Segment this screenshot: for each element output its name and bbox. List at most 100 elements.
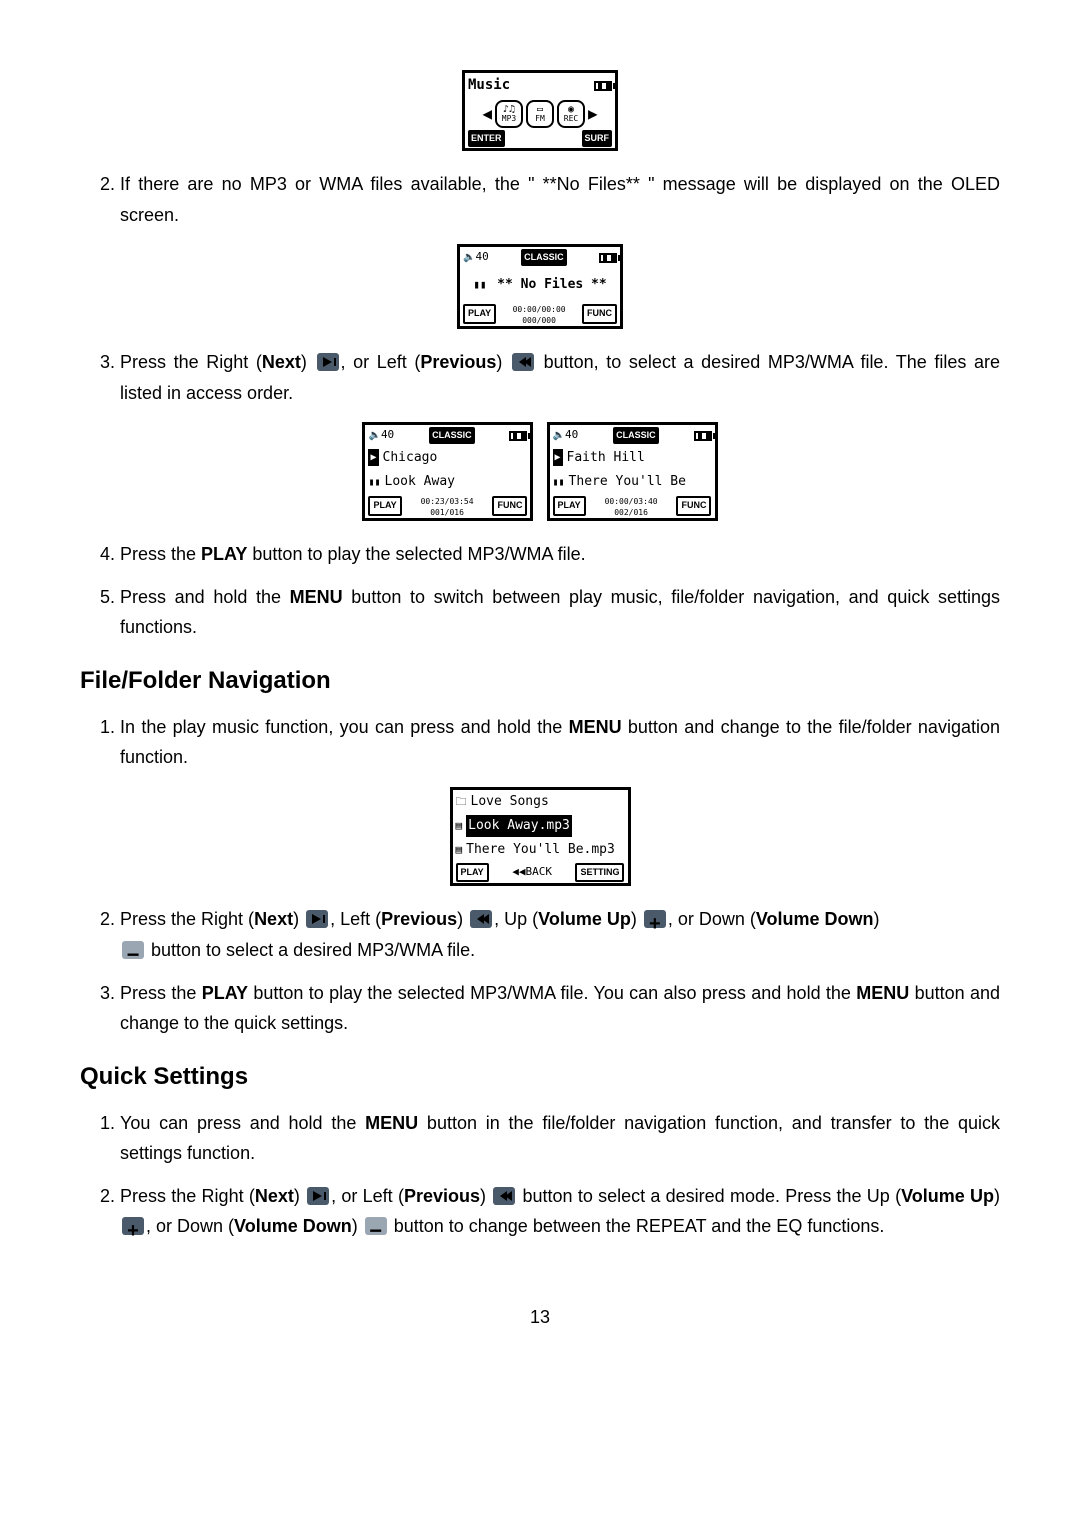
file-icon: ▤ <box>456 841 463 860</box>
body-text: ) <box>631 909 642 929</box>
track-line: Look Away <box>385 471 455 493</box>
music-title: Music <box>468 74 510 98</box>
speaker-icon <box>553 428 565 441</box>
previous-icon <box>470 910 492 928</box>
surf-badge: SURF <box>582 130 613 147</box>
speaker-icon <box>463 250 475 263</box>
file-line: There You'll Be.mp3 <box>466 839 615 861</box>
body-text: You can press and hold the <box>120 1113 365 1133</box>
list-item: Press the PLAY button to play the select… <box>120 539 1000 570</box>
body-text: , Left ( <box>330 909 381 929</box>
previous-icon <box>512 353 534 371</box>
body-text: Press and hold the <box>120 587 290 607</box>
previous-label: Previous <box>381 909 457 929</box>
volume-level: 40 <box>475 250 488 263</box>
next-label: Next <box>254 909 293 929</box>
previous-label: Previous <box>404 1186 480 1206</box>
body-text: , or Left ( <box>341 352 421 372</box>
figure-music-menu: Music ◀ ♪♫MP3 ▭FM ◉REC ▶ ENTER SURF <box>80 70 1000 151</box>
page-number: 13 <box>80 1302 1000 1333</box>
next-label: Next <box>255 1186 294 1206</box>
body-text: , or Down ( <box>668 909 756 929</box>
body-text: button to change between the REPEAT and … <box>389 1216 885 1236</box>
body-text: ) <box>480 1186 491 1206</box>
section-heading-file-folder: File/Folder Navigation <box>80 661 1000 702</box>
battery-icon <box>509 431 527 441</box>
play-badge: PLAY <box>368 496 401 515</box>
play-badge: PLAY <box>456 863 489 882</box>
next-icon <box>317 353 339 371</box>
body-text: Press the <box>120 544 201 564</box>
section-heading-quick-settings: Quick Settings <box>80 1057 1000 1098</box>
func-badge: FUNC <box>492 496 527 515</box>
next-icon <box>307 1187 329 1205</box>
artist-line: Chicago <box>383 447 438 469</box>
arrow-left-icon: ◀ <box>482 100 492 127</box>
eq-badge: CLASSIC <box>613 427 659 444</box>
figure-folder-nav: 🗀Love Songs ▤Look Away.mp3 ▤There You'll… <box>80 787 1000 887</box>
track-line: There You'll Be <box>569 471 686 493</box>
volume-down-icon <box>122 941 144 959</box>
no-files-msg: ** No Files ** <box>497 274 607 296</box>
volume-up-icon <box>122 1217 144 1235</box>
list-item: If there are no MP3 or WMA files availab… <box>120 169 1000 230</box>
battery-icon <box>694 431 712 441</box>
body-text: Press the Right ( <box>120 909 254 929</box>
previous-label: Previous <box>420 352 496 372</box>
arrow-right-icon: ▶ <box>588 100 598 127</box>
body-text: button to select a desired MP3/WMA file. <box>146 940 475 960</box>
body-text: ) <box>457 909 468 929</box>
next-icon <box>306 910 328 928</box>
body-text: ) <box>301 352 315 372</box>
volume-down-label: Volume Down <box>756 909 874 929</box>
func-badge: FUNC <box>676 496 711 515</box>
volume-down-label: Volume Down <box>234 1216 352 1236</box>
menu-label: MENU <box>290 587 343 607</box>
rec-mode-icon: ◉REC <box>557 100 585 128</box>
list-item: Press the Right (Next) , Left (Previous)… <box>120 904 1000 965</box>
body-text: button to play the selected MP3/WMA file… <box>247 544 585 564</box>
folder-line: Love Songs <box>471 791 549 813</box>
volume-level: 40 <box>565 428 578 441</box>
battery-icon <box>594 81 612 91</box>
volume-up-icon <box>644 910 666 928</box>
setting-badge: SETTING <box>575 863 624 882</box>
time-display: 00:00/03:40 <box>605 497 658 506</box>
list-item: In the play music function, you can pres… <box>120 712 1000 773</box>
play-badge: PLAY <box>553 496 586 515</box>
play-label: PLAY <box>201 544 247 564</box>
list-item: Press the PLAY button to play the select… <box>120 978 1000 1039</box>
track-count: 001/016 <box>430 508 464 517</box>
figure-no-files: 40 CLASSIC ▮▮ ** No Files ** PLAY 00:00/… <box>80 244 1000 329</box>
eq-badge: CLASSIC <box>429 427 475 444</box>
volume-up-label: Volume Up <box>901 1186 994 1206</box>
play-label: PLAY <box>202 983 248 1003</box>
func-badge: FUNC <box>582 304 617 323</box>
file-line-selected: Look Away.mp3 <box>466 815 572 837</box>
body-text: ) <box>994 1186 1000 1206</box>
speaker-icon <box>368 428 380 441</box>
track-count: 000/000 <box>522 316 556 325</box>
back-label: BACK <box>525 865 552 878</box>
battery-icon <box>599 253 617 263</box>
volume-down-icon <box>365 1217 387 1235</box>
figure-file-select: 40 CLASSIC ▶Chicago ▮▮Look Away PLAY 00:… <box>80 422 1000 521</box>
play-badge: PLAY <box>463 304 496 323</box>
body-text: In the play music function, you can pres… <box>120 717 569 737</box>
enter-badge: ENTER <box>468 130 505 147</box>
body-text: ) <box>294 1186 305 1206</box>
fm-mode-icon: ▭FM <box>526 100 554 128</box>
body-text: Press the Right ( <box>120 352 262 372</box>
body-text: , or Left ( <box>331 1186 404 1206</box>
body-text: ) <box>293 909 304 929</box>
body-text: If there are no MP3 or WMA files availab… <box>120 174 1000 225</box>
eq-badge: CLASSIC <box>521 249 567 266</box>
list-item: Press the Right (Next) , or Left (Previo… <box>120 1181 1000 1242</box>
menu-label: MENU <box>856 983 909 1003</box>
list-item: Press the Right (Next) , or Left (Previo… <box>120 347 1000 408</box>
list-item: You can press and hold the MENU button i… <box>120 1108 1000 1169</box>
list-item: Press and hold the MENU button to switch… <box>120 582 1000 643</box>
volume-level: 40 <box>381 428 394 441</box>
body-text: , or Down ( <box>146 1216 234 1236</box>
menu-label: MENU <box>569 717 622 737</box>
